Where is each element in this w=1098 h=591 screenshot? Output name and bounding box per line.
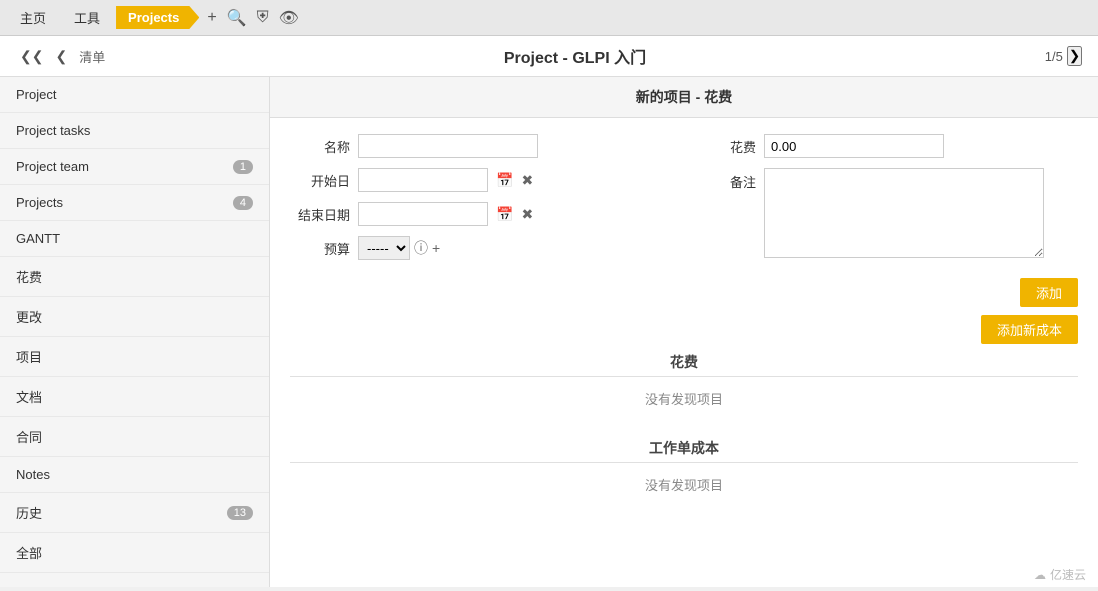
form-body: 名称 开始日 📅 ✖ 结束日期 📅 ✖ <box>270 118 1098 532</box>
name-row: 名称 <box>290 134 672 158</box>
sidebar-label: Project team <box>16 159 89 174</box>
history-badge: 13 <box>227 506 253 520</box>
sidebar-label: Projects <box>16 195 63 210</box>
two-col-form: 名称 开始日 📅 ✖ 结束日期 📅 ✖ <box>290 134 1078 270</box>
sidebar-item-project-tasks[interactable]: Project tasks <box>0 113 269 149</box>
sidebar-item-all[interactable]: 全部 <box>0 533 269 573</box>
start-clear-icon[interactable]: ✖ <box>521 172 533 189</box>
sidebar-item-project2[interactable]: 项目 <box>0 337 269 377</box>
list-link[interactable]: 清单 <box>79 47 105 66</box>
topnav: 主页 工具 Projects + 🔍 ⛨ 👁 <box>0 0 1098 36</box>
sidebar-label: 项目 <box>16 347 42 366</box>
sidebar-label: 全部 <box>16 543 42 562</box>
breadcrumb-bar: ❮❮ ❮ 清单 Project - GLPI 入门 1/5 ❯ <box>0 36 1098 77</box>
branch-icon[interactable]: ⛨ <box>257 9 269 27</box>
add-btn-row: 添加 <box>290 278 1078 307</box>
content-area: 新的项目 - 花费 名称 开始日 📅 ✖ <box>270 77 1098 587</box>
sidebar-label: 历史 <box>16 503 42 522</box>
sidebar-item-gantt[interactable]: GANTT <box>0 221 269 257</box>
sidebar-label: 文档 <box>16 387 42 406</box>
no-items-1: 没有发现项目 <box>290 383 1078 418</box>
add-cost-button[interactable]: 添加新成本 <box>981 315 1078 344</box>
comment-textarea[interactable] <box>764 168 1044 258</box>
nav-home[interactable]: 主页 <box>8 4 58 31</box>
start-date-input[interactable] <box>358 168 488 192</box>
pagination-text: 1/5 <box>1045 49 1063 64</box>
nav-projects[interactable]: Projects <box>116 6 199 29</box>
watermark-text: 亿速云 <box>1050 566 1086 583</box>
comment-row: 备注 <box>696 168 1078 258</box>
nav-controls: ❮❮ ❮ 清单 <box>16 46 105 67</box>
cost-row: 花费 <box>696 134 1078 158</box>
cost-section: 花费 没有发现项目 <box>290 344 1078 418</box>
sidebar-item-cost[interactable]: 花费 <box>0 257 269 297</box>
sidebar-item-history[interactable]: 历史 13 <box>0 493 269 533</box>
end-date-row: 结束日期 📅 ✖ <box>290 202 672 226</box>
projects-badge: 4 <box>233 196 253 210</box>
start-label: 开始日 <box>290 171 350 190</box>
cost-section-title: 花费 <box>290 344 1078 377</box>
sidebar-item-projects[interactable]: Projects 4 <box>0 185 269 221</box>
budget-select-row: ----- ⓘ + <box>358 236 440 260</box>
form-header: 新的项目 - 花费 <box>270 77 1098 118</box>
sidebar-label: 合同 <box>16 427 42 446</box>
sidebar: Project Project tasks Project team 1 Pro… <box>0 77 270 587</box>
eye-icon[interactable]: 👁 <box>279 8 299 28</box>
page-title: Project - GLPI 入门 <box>113 44 1037 68</box>
main-layout: Project Project tasks Project team 1 Pro… <box>0 77 1098 587</box>
end-label: 结束日期 <box>290 205 350 224</box>
first-page-btn[interactable]: ❮❮ <box>16 46 47 67</box>
nav-tools[interactable]: 工具 <box>62 4 112 31</box>
topnav-actions: + 🔍 ⛨ 👁 <box>207 8 299 28</box>
sidebar-item-contracts[interactable]: 合同 <box>0 417 269 457</box>
sidebar-item-docs[interactable]: 文档 <box>0 377 269 417</box>
budget-label: 预算 <box>290 239 350 258</box>
name-label: 名称 <box>290 137 350 156</box>
budget-select[interactable]: ----- <box>358 236 410 260</box>
work-order-cost-title: 工作单成本 <box>290 430 1078 463</box>
search-icon[interactable]: 🔍 <box>227 8 247 28</box>
sidebar-item-project[interactable]: Project <box>0 77 269 113</box>
prev-page-btn[interactable]: ❮ <box>51 46 71 67</box>
name-input[interactable] <box>358 134 538 158</box>
sidebar-label: Project tasks <box>16 123 90 138</box>
sidebar-item-change[interactable]: 更改 <box>0 297 269 337</box>
cost-input[interactable] <box>764 134 944 158</box>
add-button[interactable]: 添加 <box>1020 278 1078 307</box>
project-team-badge: 1 <box>233 160 253 174</box>
start-calendar-icon[interactable]: 📅 <box>496 172 513 189</box>
sidebar-item-project-team[interactable]: Project team 1 <box>0 149 269 185</box>
form-right-col: 花费 备注 <box>696 134 1078 270</box>
budget-row: 预算 ----- ⓘ + <box>290 236 672 260</box>
budget-info-icon[interactable]: ⓘ <box>414 238 428 258</box>
end-calendar-icon[interactable]: 📅 <box>496 206 513 223</box>
add-icon[interactable]: + <box>207 9 216 27</box>
work-order-cost-section: 工作单成本 没有发现项目 <box>290 430 1078 504</box>
watermark-icon: ☁ <box>1034 568 1046 582</box>
watermark: ☁ 亿速云 <box>1034 566 1086 583</box>
sidebar-item-notes[interactable]: Notes <box>0 457 269 493</box>
cost-label: 花费 <box>696 137 756 156</box>
budget-add-icon[interactable]: + <box>432 240 440 256</box>
comment-label: 备注 <box>696 172 756 191</box>
sidebar-label: Project <box>16 87 56 102</box>
sidebar-label: Notes <box>16 467 50 482</box>
next-page-btn[interactable]: ❯ <box>1067 46 1082 66</box>
start-date-row: 开始日 📅 ✖ <box>290 168 672 192</box>
pagination: 1/5 ❯ <box>1045 46 1082 66</box>
end-clear-icon[interactable]: ✖ <box>521 206 533 223</box>
end-date-input[interactable] <box>358 202 488 226</box>
sidebar-label: 花费 <box>16 267 42 286</box>
add-cost-btn-row: 添加新成本 <box>290 315 1078 344</box>
no-items-2: 没有发现项目 <box>290 469 1078 504</box>
form-left-col: 名称 开始日 📅 ✖ 结束日期 📅 ✖ <box>290 134 672 270</box>
sidebar-label: GANTT <box>16 231 60 246</box>
sidebar-label: 更改 <box>16 307 42 326</box>
